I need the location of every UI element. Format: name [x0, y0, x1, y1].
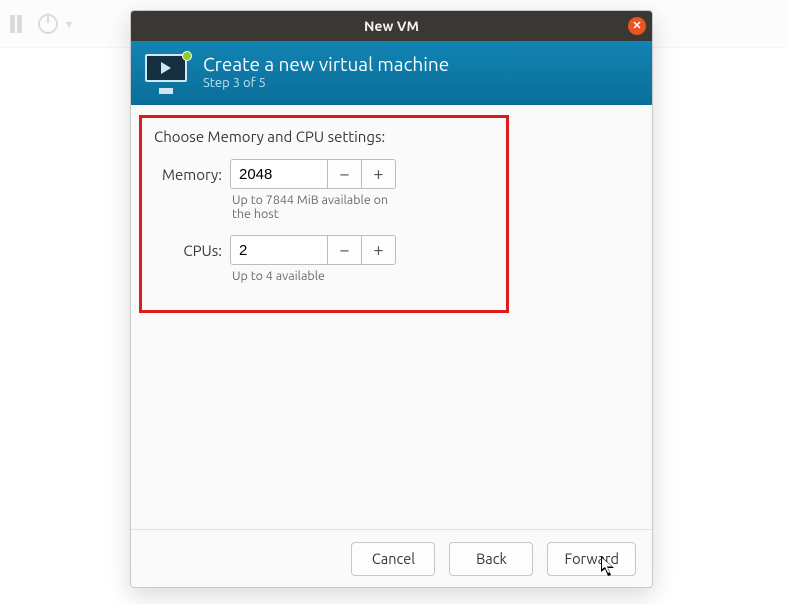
section-heading: Choose Memory and CPU settings:: [154, 128, 494, 145]
forward-button[interactable]: Forward: [547, 542, 636, 576]
close-icon[interactable]: ✕: [628, 17, 646, 35]
power-icon: [38, 14, 58, 34]
cpus-increment-button[interactable]: +: [362, 235, 396, 265]
dialog-titlebar: New VM ✕: [131, 11, 652, 41]
memory-label: Memory:: [154, 166, 230, 183]
memory-increment-button[interactable]: +: [362, 159, 396, 189]
new-vm-dialog: New VM ✕ Create a new virtual machine St…: [130, 10, 653, 588]
dialog-footer: Cancel Back Forward: [131, 529, 652, 587]
memory-decrement-button[interactable]: −: [328, 159, 362, 189]
memory-row: Memory: − + Up to 7844 MiB available on …: [154, 159, 494, 233]
dialog-title: New VM: [364, 18, 419, 34]
memory-hint: Up to 7844 MiB available on the host: [230, 189, 396, 233]
cpus-decrement-button[interactable]: −: [328, 235, 362, 265]
cancel-button[interactable]: Cancel: [351, 542, 435, 576]
memory-input[interactable]: [230, 159, 328, 189]
cpus-row: CPUs: − + Up to 4 available: [154, 235, 494, 295]
vm-monitor-icon: [145, 54, 189, 90]
back-button[interactable]: Back: [449, 542, 533, 576]
chevron-down-icon: ▾: [66, 17, 72, 31]
banner-step: Step 3 of 5: [203, 76, 449, 90]
dialog-body: Choose Memory and CPU settings: Memory: …: [131, 105, 652, 529]
cpus-hint: Up to 4 available: [230, 265, 396, 295]
cpus-label: CPUs:: [154, 242, 230, 259]
dialog-banner: Create a new virtual machine Step 3 of 5: [131, 41, 652, 105]
pause-icon: [6, 11, 26, 37]
highlighted-settings-region: Choose Memory and CPU settings: Memory: …: [139, 115, 509, 313]
cpus-input[interactable]: [230, 235, 328, 265]
banner-title: Create a new virtual machine: [203, 54, 449, 75]
